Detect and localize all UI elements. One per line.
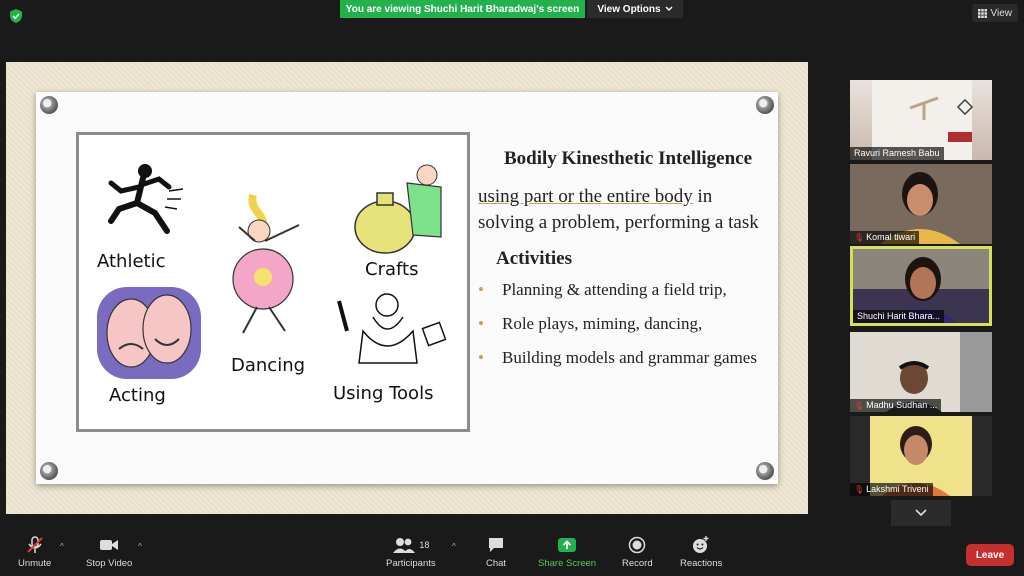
participant-tile[interactable]: Ravuri Ramesh Babu xyxy=(850,80,992,160)
pin-top-left xyxy=(40,96,58,114)
participants-count: 18 xyxy=(419,540,430,550)
dancer-clipart xyxy=(232,194,300,334)
list-item: • Planning & attending a field trip, xyxy=(478,280,727,299)
microphone-muted-icon: 🎙 xyxy=(854,401,865,410)
shield-icon[interactable] xyxy=(9,9,23,23)
chat-icon xyxy=(489,538,504,552)
label-acting: Acting xyxy=(109,385,166,406)
unmute-label: Unmute xyxy=(18,558,52,569)
shared-screen: Athletic Dancing Crafts Acting Using Too… xyxy=(6,62,808,514)
video-options-caret[interactable]: ^ xyxy=(138,542,142,551)
pin-bottom-right xyxy=(756,462,774,480)
theater-masks-clipart xyxy=(97,287,201,379)
label-athletic: Athletic xyxy=(97,251,166,272)
list-item: • Role plays, miming, dancing, xyxy=(478,314,703,333)
participant-name: 🎙 Komal tiwari xyxy=(850,231,920,244)
microphone-muted-icon: 🎙 xyxy=(854,485,865,494)
audio-options-caret[interactable]: ^ xyxy=(60,542,64,551)
view-layout-button[interactable]: View xyxy=(971,4,1018,22)
meeting-toolbar: Unmute ^ Stop Video ^ 18 Participants ^ … xyxy=(0,530,1024,576)
participant-name: Ravuri Ramesh Babu xyxy=(850,147,944,160)
participant-tile-active-speaker[interactable]: Shuchi Harit Bhara... xyxy=(850,246,992,326)
view-options-label: View Options xyxy=(597,3,661,15)
presentation-slide: Athletic Dancing Crafts Acting Using Too… xyxy=(36,92,778,484)
reactions-icon xyxy=(693,536,709,553)
view-options-button[interactable]: View Options xyxy=(587,0,683,18)
participant-tile[interactable]: 🎙 Madhu Sudhan ... xyxy=(850,332,992,412)
slide-title: Bodily Kinesthetic Intelligence xyxy=(503,148,753,169)
leave-button[interactable]: Leave xyxy=(966,544,1014,566)
slide-text: Bodily Kinesthetic Intelligence using pa… xyxy=(478,148,768,380)
handyman-clipart xyxy=(337,293,447,364)
microphone-muted-icon xyxy=(26,536,43,553)
chevron-down-icon xyxy=(915,509,927,517)
grid-icon xyxy=(977,8,987,18)
stop-video-label: Stop Video xyxy=(86,558,133,569)
reactions-label: Reactions xyxy=(680,558,723,569)
participant-name: Shuchi Harit Bhara... xyxy=(853,310,945,323)
runner-clipart xyxy=(108,164,184,234)
share-screen-button[interactable]: Share Screen xyxy=(538,536,596,569)
share-screen-icon xyxy=(558,538,577,552)
record-label: Record xyxy=(622,558,653,569)
participant-tile[interactable]: 🎙 Komal tiwari xyxy=(850,164,992,244)
scroll-participants-down-button[interactable] xyxy=(891,500,951,526)
viewing-banner: You are viewing Shuchi Harit Bharadwaj's… xyxy=(340,0,585,18)
clipart-frame: Athletic Dancing Crafts Acting Using Too… xyxy=(76,132,470,432)
label-crafts: Crafts xyxy=(365,259,419,280)
top-bar: You are viewing Shuchi Harit Bharadwaj's… xyxy=(0,0,1024,56)
video-camera-icon xyxy=(100,540,119,550)
list-item: • Building models and grammar games xyxy=(478,348,757,367)
unmute-button[interactable]: Unmute xyxy=(18,536,51,569)
participants-label: Participants xyxy=(386,558,436,569)
participants-button[interactable]: 18 Participants xyxy=(386,536,436,569)
participants-options-caret[interactable]: ^ xyxy=(452,542,456,551)
pin-bottom-left xyxy=(40,462,58,480)
chevron-down-icon xyxy=(665,6,673,11)
label-dancing: Dancing xyxy=(231,355,306,376)
stop-video-button[interactable]: Stop Video xyxy=(86,536,132,569)
participant-name: 🎙 Madhu Sudhan ... xyxy=(850,399,942,412)
description-underlined: using part or the entire body xyxy=(478,186,693,207)
activities-list: • Planning & attending a field trip, • Rol… xyxy=(478,278,768,370)
reactions-button[interactable]: Reactions xyxy=(680,536,722,569)
chat-button[interactable]: Chat xyxy=(486,536,506,569)
record-button[interactable]: Record xyxy=(622,536,653,569)
participant-name: 🎙 Lakshmi Triveni xyxy=(850,483,933,496)
slide-description: using part or the entire body in solving… xyxy=(478,184,768,236)
potter-clipart xyxy=(354,164,442,254)
view-label: View xyxy=(990,7,1013,19)
participants-icon xyxy=(393,538,416,553)
microphone-muted-icon: 🎙 xyxy=(854,233,865,242)
share-screen-label: Share Screen xyxy=(538,558,597,569)
record-icon xyxy=(629,536,646,554)
label-using-tools: Using Tools xyxy=(333,383,434,404)
activities-title: Activities xyxy=(496,248,572,269)
pin-top-right xyxy=(756,96,774,114)
participant-tile[interactable]: 🎙 Lakshmi Triveni xyxy=(850,416,992,496)
chat-label: Chat xyxy=(486,558,507,569)
